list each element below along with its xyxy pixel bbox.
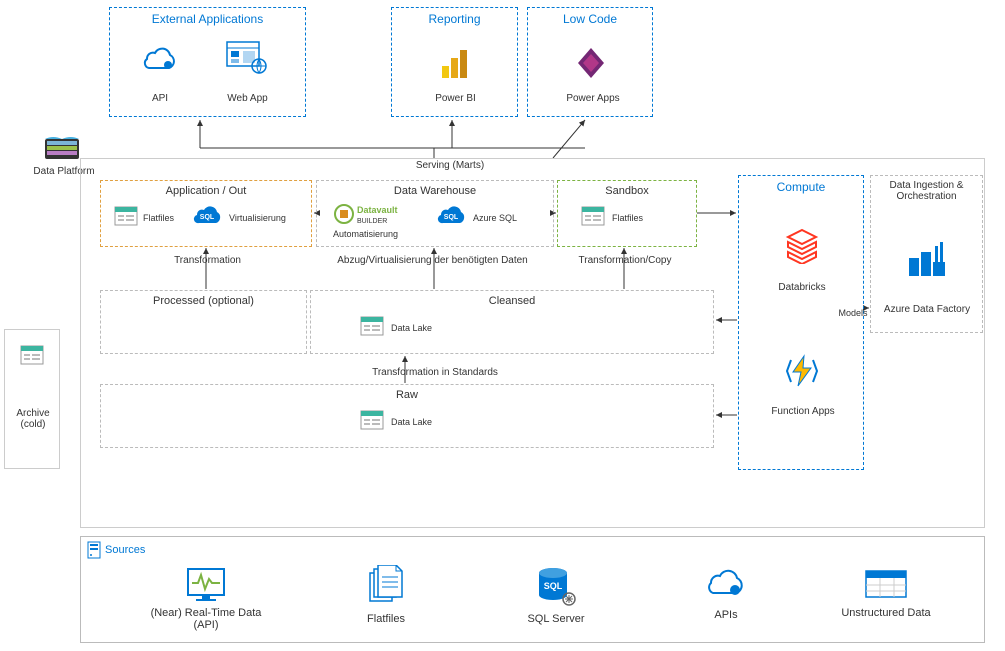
cleansed-title: Cleansed	[311, 291, 713, 311]
compute-box: Compute Databricks Function Apps	[738, 175, 864, 470]
source-apis-label: APIs	[661, 609, 791, 621]
raw-title: Raw	[101, 385, 713, 405]
source-realtime-label: (Near) Real-Time Data (API)	[141, 607, 271, 631]
dvb-label: DatavaultBUILDER	[357, 205, 427, 225]
processed-title: Processed (optional)	[101, 291, 306, 311]
powerbi-icon	[438, 46, 472, 80]
flatfiles-label-2: Flatfiles	[612, 213, 662, 223]
api-cloud-icon-2	[704, 565, 748, 599]
webapp-icon	[225, 40, 267, 74]
auto-label: Automatisierung	[333, 229, 413, 239]
api-label: API	[135, 93, 185, 104]
external-applications-title: External Applications	[110, 8, 305, 30]
powerapps-icon	[574, 46, 608, 80]
datalake-icon-1	[359, 315, 385, 337]
databricks-icon	[783, 226, 821, 264]
sqlserver-icon: SQL	[535, 565, 577, 607]
raw-box: Raw Data Lake	[100, 384, 714, 448]
application-out-title: Application / Out	[101, 181, 311, 201]
models-label: Models	[833, 308, 873, 318]
source-unstructured-label: Unstructured Data	[821, 607, 951, 619]
data-platform-icon	[43, 133, 81, 163]
ingestion-box: Data Ingestion & Orchestration Azure Dat…	[870, 175, 983, 333]
archive-box: Archive (cold)	[4, 329, 60, 469]
ingestion-title: Data Ingestion & Orchestration	[871, 176, 982, 206]
transcopy-label: Transformation/Copy	[570, 255, 680, 266]
svg-text:SQL: SQL	[444, 214, 459, 221]
processed-box: Processed (optional)	[100, 290, 307, 354]
reporting-title: Reporting	[392, 8, 517, 30]
source-flatfiles: Flatfiles	[321, 565, 451, 625]
virt-label: Virtualisierung	[229, 213, 299, 223]
data-warehouse-title: Data Warehouse	[317, 181, 553, 201]
abzug-label: Abzug/Virtualisierung der benötigten Dat…	[320, 255, 545, 266]
sandbox-title: Sandbox	[558, 181, 696, 201]
adf-label: Azure Data Factory	[877, 304, 977, 315]
datalake-label-2: Data Lake	[391, 417, 451, 427]
cleansed-box: Cleansed Data Lake	[310, 290, 714, 354]
sources-box: Sources (Near) Real-Time Data (API) Flat…	[80, 536, 985, 643]
source-flatfiles-label: Flatfiles	[321, 613, 451, 625]
source-sqlserver-label: SQL Server	[491, 613, 621, 625]
powerapps-label: Power Apps	[561, 93, 625, 104]
external-applications-box: External Applications API Web App	[109, 7, 306, 117]
api-cloud-icon	[140, 43, 180, 73]
lowcode-title: Low Code	[528, 8, 652, 30]
serving-label: Serving (Marts)	[405, 160, 495, 171]
archive-label: Archive (cold)	[9, 408, 57, 430]
datalake-label-1: Data Lake	[391, 323, 451, 333]
flatfiles-icon-2	[580, 205, 606, 227]
monitor-icon	[184, 565, 228, 603]
source-apis: APIs	[661, 565, 791, 621]
application-out-box: Application / Out Flatfiles SQL Virtuali…	[100, 180, 312, 247]
lowcode-box: Low Code Power Apps	[527, 7, 653, 117]
compute-title: Compute	[739, 176, 863, 198]
svg-text:SQL: SQL	[200, 214, 215, 221]
data-warehouse-box: Data Warehouse DatavaultBUILDER Automati…	[316, 180, 554, 247]
adf-icon	[907, 240, 949, 278]
files-icon	[366, 565, 406, 605]
source-unstructured: Unstructured Data	[821, 565, 951, 619]
archive-icon	[19, 344, 45, 366]
reporting-box: Reporting Power BI	[391, 7, 518, 117]
webapp-label: Web App	[220, 93, 275, 104]
sql-cloud-icon-2: SQL	[437, 203, 469, 227]
unstructured-icon	[862, 565, 910, 601]
powerbi-label: Power BI	[428, 93, 483, 104]
datalake-icon-2	[359, 409, 385, 431]
sql-cloud-icon-1: SQL	[193, 203, 225, 227]
transformation-label: Transformation	[165, 255, 250, 266]
datavault-builder-icon	[333, 203, 355, 225]
source-realtime: (Near) Real-Time Data (API)	[141, 565, 271, 631]
function-apps-label: Function Apps	[763, 406, 843, 417]
transform-std-label: Transformation in Standards	[335, 367, 535, 378]
function-apps-icon	[783, 352, 821, 390]
svg-text:SQL: SQL	[544, 581, 563, 591]
databricks-label: Databricks	[769, 282, 835, 293]
server-icon	[87, 541, 101, 559]
sources-title: Sources	[105, 544, 145, 556]
flatfiles-label-1: Flatfiles	[143, 213, 183, 223]
sources-header: Sources	[81, 537, 984, 563]
sandbox-box: Sandbox Flatfiles	[557, 180, 697, 247]
source-sqlserver: SQL SQL Server	[491, 565, 621, 625]
azuresql-label: Azure SQL	[473, 213, 533, 223]
flatfiles-icon-1	[113, 205, 139, 227]
